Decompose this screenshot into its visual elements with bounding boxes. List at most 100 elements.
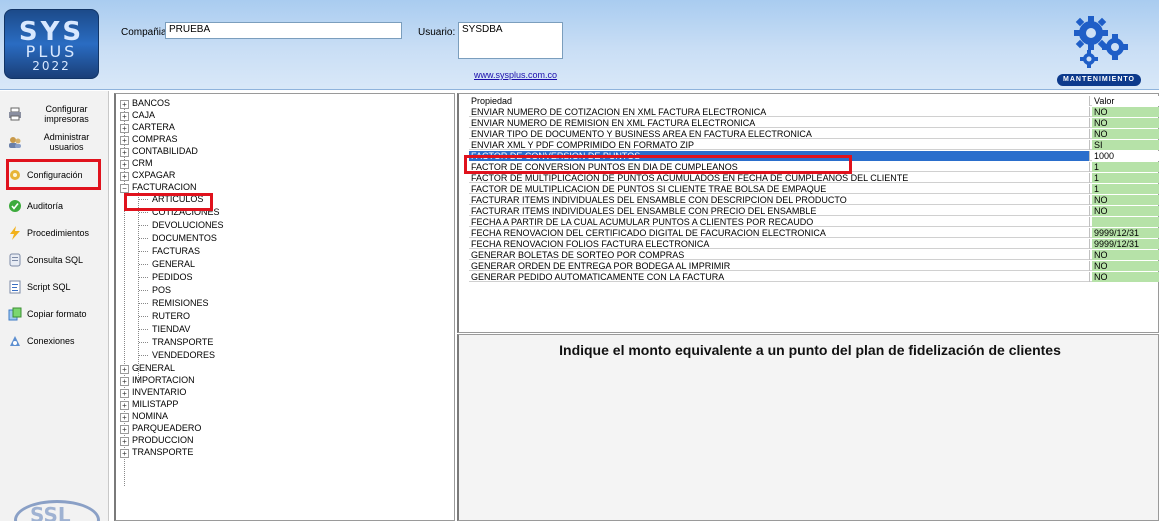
tree-node-produccion[interactable]: + PRODUCCION <box>120 434 194 446</box>
sidebar-item-label: Configurar impresoras <box>44 104 89 124</box>
property-value[interactable]: NO <box>1092 107 1159 117</box>
property-name: FACTOR DE MULTIPLICACION DE PUNTOS SI CL… <box>469 184 1090 194</box>
tree-node-inventario[interactable]: + INVENTARIO <box>120 386 186 398</box>
property-row[interactable]: GENERAR PEDIDO AUTOMATICAMENTE CON LA FA… <box>469 272 1159 282</box>
website-link[interactable]: www.sysplus.com.co <box>474 70 557 80</box>
property-row[interactable]: FECHA RENOVACION FOLIOS FACTURA ELECTRON… <box>469 239 1159 249</box>
property-row[interactable]: FECHA RENOVACION DEL CERTIFICADO DIGITAL… <box>469 228 1159 238</box>
script-icon <box>8 280 22 294</box>
tree-node-pos[interactable]: POS <box>152 284 171 296</box>
tree-node-devoluciones[interactable]: DEVOLUCIONES <box>152 219 224 231</box>
tree-node-caja[interactable]: + CAJA <box>120 109 155 121</box>
tree-node-transporte-fact[interactable]: TRANSPORTE <box>152 336 213 348</box>
property-row[interactable]: FACTURAR ITEMS INDIVIDUALES DEL ENSAMBLE… <box>469 206 1159 216</box>
company-field[interactable]: PRUEBA <box>165 22 402 39</box>
user-label: Usuario: <box>418 27 456 38</box>
user-field[interactable]: SYSDBA <box>458 22 563 59</box>
property-name: GENERAR ORDEN DE ENTREGA POR BODEGA AL I… <box>469 261 1090 271</box>
property-name: ENVIAR NUMERO DE REMISION EN XML FACTURA… <box>469 118 1090 128</box>
property-row[interactable]: ENVIAR NUMERO DE COTIZACION EN XML FACTU… <box>469 107 1159 117</box>
sidebar-item-script-sql[interactable]: Script SQL <box>8 276 106 298</box>
property-value[interactable]: NO <box>1092 118 1159 128</box>
tree-node-transporte[interactable]: + TRANSPORTE <box>120 446 193 458</box>
tree-node-bancos[interactable]: + BANCOS <box>120 97 170 109</box>
sidebar-item-label: Administrar usuarios <box>43 132 90 152</box>
tree-node-importacion[interactable]: + IMPORTACION <box>120 374 195 386</box>
tree-node-rutero[interactable]: RUTERO <box>152 310 190 322</box>
property-row[interactable]: FACTOR DE MULTIPLICACION DE PUNTOS SI CL… <box>469 184 1159 194</box>
property-value[interactable]: NO <box>1092 195 1159 205</box>
property-value[interactable]: NO <box>1092 261 1159 271</box>
module-tree[interactable]: + BANCOS + CAJA + CARTERA + COMPRAS + CONTABI… <box>114 93 455 521</box>
property-value[interactable]: 9999/12/31 <box>1092 239 1159 249</box>
property-value[interactable]: 9999/12/31 <box>1092 228 1159 238</box>
property-value[interactable]: 1 <box>1092 173 1159 183</box>
property-row[interactable]: ENVIAR TIPO DE DOCUMENTO Y BUSINESS AREA… <box>469 129 1159 139</box>
tree-node-tiendav[interactable]: TIENDAV <box>152 323 190 335</box>
property-name: FECHA RENOVACION FOLIOS FACTURA ELECTRON… <box>469 239 1090 249</box>
gears-icon <box>1074 16 1128 68</box>
property-name: FECHA A PARTIR DE LA CUAL ACUMULAR PUNTO… <box>469 217 1090 227</box>
tree-node-vendedores[interactable]: VENDEDORES <box>152 349 215 361</box>
tree-node-cartera[interactable]: + CARTERA <box>120 121 175 133</box>
sidebar-item-administrar-usuarios[interactable]: Administrar usuarios <box>8 131 106 153</box>
tree-node-general[interactable]: GENERAL <box>152 258 195 270</box>
sidebar-item-auditoria[interactable]: Auditoría <box>8 195 106 217</box>
property-name: FACTOR DE MULTIPLICACION DE PUNTOS ACUMU… <box>469 173 1090 183</box>
tree-node-contabilidad[interactable]: + CONTABILIDAD <box>120 145 198 157</box>
tree-node-facturas[interactable]: FACTURAS <box>152 245 200 257</box>
property-name: ENVIAR XML Y PDF COMPRIMIDO EN FORMATO Z… <box>469 140 1090 150</box>
tree-node-parqueadero[interactable]: + PARQUEADERO <box>120 422 201 434</box>
tree-node-nomina[interactable]: + NOMINA <box>120 410 168 422</box>
sidebar-item-label: Script SQL <box>27 282 71 292</box>
property-value[interactable] <box>1092 217 1159 227</box>
sidebar-item-procedimientos[interactable]: Procedimientos <box>8 222 106 244</box>
tree-node-facturacion[interactable]: − FACTURACION <box>120 181 197 193</box>
property-value[interactable]: NO <box>1092 250 1159 260</box>
property-row[interactable]: ENVIAR XML Y PDF COMPRIMIDO EN FORMATO Z… <box>469 140 1159 150</box>
property-value[interactable]: 1 <box>1092 162 1159 172</box>
lightning-icon <box>8 226 22 240</box>
tree-node-cxpagar[interactable]: + CXPAGAR <box>120 169 175 181</box>
property-value[interactable]: SI <box>1092 140 1159 150</box>
property-description: Indique el monto equivalente a un punto … <box>559 342 1061 358</box>
sidebar-item-consulta-sql[interactable]: Consulta SQL <box>8 249 106 271</box>
property-value[interactable]: NO <box>1092 206 1159 216</box>
property-name: FECHA RENOVACION DEL CERTIFICADO DIGITAL… <box>469 228 1090 238</box>
property-row[interactable]: GENERAR BOLETAS DE SORTEO POR COMPRAS NO <box>469 250 1159 260</box>
tree-node-documentos[interactable]: DOCUMENTOS <box>152 232 217 244</box>
sidebar-item-conexiones[interactable]: Conexiones <box>8 330 106 352</box>
users-icon <box>8 135 22 149</box>
sidebar-item-label: Conexiones <box>27 336 75 346</box>
grid-header-row: Propiedad Valor <box>469 96 1159 106</box>
property-value[interactable]: NO <box>1092 129 1159 139</box>
property-row[interactable]: FACTOR DE MULTIPLICACION DE PUNTOS ACUMU… <box>469 173 1159 183</box>
property-row[interactable]: ENVIAR NUMERO DE REMISION EN XML FACTURA… <box>469 118 1159 128</box>
connection-icon <box>8 334 22 348</box>
property-value[interactable]: NO <box>1092 272 1159 282</box>
left-sidebar: Configurar impresoras Administrar usuari… <box>0 91 109 521</box>
tree-node-compras[interactable]: + COMPRAS <box>120 133 178 145</box>
sidebar-item-label: Procedimientos <box>27 228 90 238</box>
property-value-input[interactable]: 1000 <box>1092 151 1159 161</box>
tree-node-remisiones[interactable]: REMISIONES <box>152 297 209 309</box>
tree-node-milistapp[interactable]: + MILISTAPP <box>120 398 178 410</box>
property-value[interactable]: 1 <box>1092 184 1159 194</box>
tree-node-crm[interactable]: + CRM <box>120 157 153 169</box>
sysplus-logo: SYS PLUS 2022 <box>4 9 99 79</box>
database-icon <box>8 253 22 267</box>
tree-node-general-root[interactable]: + GENERAL <box>120 362 175 374</box>
property-row[interactable]: FACTURAR ITEMS INDIVIDUALES DEL ENSAMBLE… <box>469 195 1159 205</box>
property-row[interactable]: FECHA A PARTIR DE LA CUAL ACUMULAR PUNTO… <box>469 217 1159 227</box>
ssl-logo-text: SSL <box>30 503 71 521</box>
column-header-property: Propiedad <box>469 96 1090 106</box>
sidebar-item-configurar-impresoras[interactable]: Configurar impresoras <box>8 103 106 125</box>
column-header-value: Valor <box>1092 96 1159 106</box>
property-name: ENVIAR TIPO DE DOCUMENTO Y BUSINESS AREA… <box>469 129 1090 139</box>
configuracion-highlight <box>6 159 101 190</box>
tree-node-pedidos[interactable]: PEDIDOS <box>152 271 193 283</box>
maintenance-badge: MANTENIMIENTO <box>1057 74 1141 86</box>
property-row[interactable]: GENERAR ORDEN DE ENTREGA POR BODEGA AL I… <box>469 261 1159 271</box>
sidebar-item-copiar-formato[interactable]: Copiar formato <box>8 303 106 325</box>
facturacion-highlight <box>124 193 213 211</box>
